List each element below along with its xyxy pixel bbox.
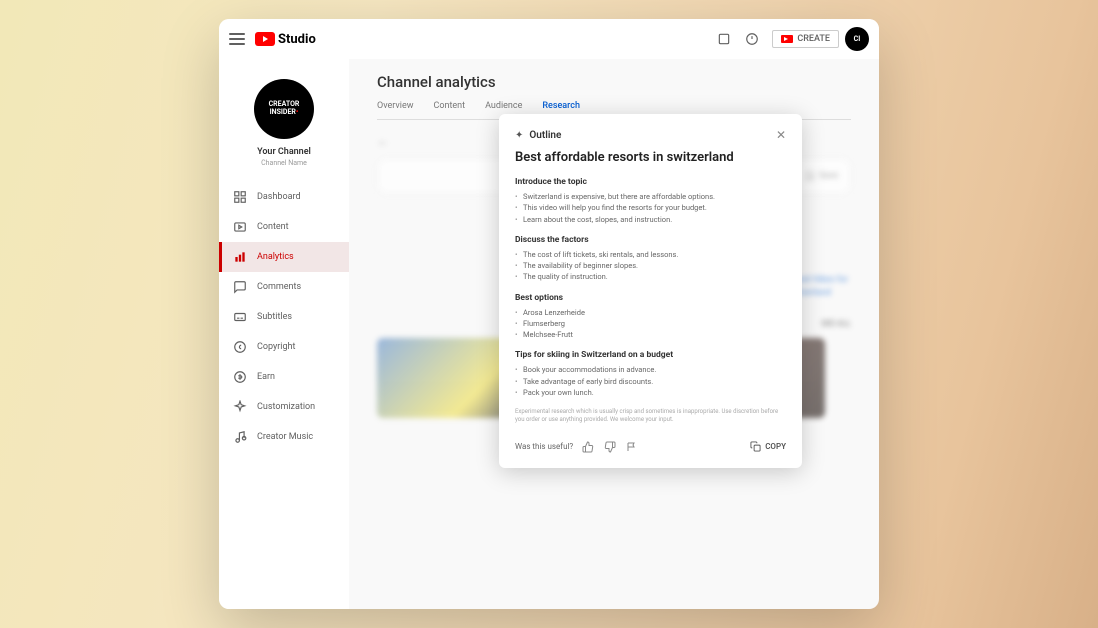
sidebar-item-creator-music[interactable]: Creator Music <box>219 422 349 452</box>
account-avatar[interactable]: CI <box>845 27 869 51</box>
brand-text: Studio <box>278 32 316 47</box>
outline-bullet: The quality of instruction. <box>515 271 786 282</box>
outline-bullet: Book your accommodations in advance. <box>515 364 786 375</box>
outline-bullet: The availability of beginner slopes. <box>515 260 786 271</box>
outline-bullet: This video will help you find the resort… <box>515 202 786 213</box>
outline-bullet: Learn about the cost, slopes, and instru… <box>515 214 786 225</box>
copyright-icon <box>233 340 247 354</box>
copy-button[interactable]: COPY <box>750 441 786 452</box>
sparkle-icon: ✦ <box>515 130 523 141</box>
sidebar-item-subtitles[interactable]: Subtitles <box>219 302 349 332</box>
sidebar-item-earn[interactable]: Earn <box>219 362 349 392</box>
outline-bullet: Melchsee-Frutt <box>515 329 786 340</box>
tab-content[interactable]: Content <box>433 101 465 119</box>
comments-icon <box>233 280 247 294</box>
notifications-icon[interactable] <box>742 29 762 49</box>
sidebar: CREATOR INSIDER• Your Channel Channel Na… <box>219 59 349 609</box>
close-icon[interactable]: ✕ <box>776 128 786 142</box>
channel-block[interactable]: CREATOR INSIDER• Your Channel Channel Na… <box>219 69 349 182</box>
thumbs-up-icon[interactable] <box>581 440 595 454</box>
outline-section-list: Book your accommodations in advance.Take… <box>515 364 786 398</box>
outline-section-heading: Introduce the topic <box>515 177 786 187</box>
sidebar-item-copyright[interactable]: Copyright <box>219 332 349 362</box>
useful-label: Was this useful? <box>515 442 573 451</box>
video-thumbnail[interactable] <box>377 338 517 418</box>
see-all-link[interactable]: SEE ALL <box>821 319 851 328</box>
report-icon[interactable] <box>625 440 639 454</box>
youtube-studio-logo[interactable]: Studio <box>255 32 316 47</box>
sidebar-item-analytics[interactable]: Analytics <box>219 242 349 272</box>
outline-modal: ✦ Outline ✕ Best affordable resorts in s… <box>499 114 802 468</box>
hamburger-menu-icon[interactable] <box>229 33 245 45</box>
disclaimer-text: Experimental research which is usually c… <box>515 408 786 424</box>
help-icon[interactable] <box>714 29 734 49</box>
app-header: Studio CREATE CI <box>219 19 879 59</box>
analytics-icon <box>233 250 247 264</box>
outline-bullet: Switzerland is expensive, but there are … <box>515 191 786 202</box>
create-button[interactable]: CREATE <box>772 30 839 48</box>
outline-bullet: Arosa Lenzerheide <box>515 307 786 318</box>
subtitles-icon <box>233 310 247 324</box>
outline-bullet: Take advantage of early bird discounts. <box>515 376 786 387</box>
thumbs-down-icon[interactable] <box>603 440 617 454</box>
outline-bullet: The cost of lift tickets, ski rentals, a… <box>515 249 786 260</box>
outline-section-list: Arosa LenzerheideFlumserbergMelchsee-Fru… <box>515 307 786 341</box>
outline-bullet: Flumserberg <box>515 318 786 329</box>
channel-name: Your Channel <box>257 147 311 157</box>
sidebar-item-dashboard[interactable]: Dashboard <box>219 182 349 212</box>
channel-subtext: Channel Name <box>261 159 307 167</box>
outline-section-list: Switzerland is expensive, but there are … <box>515 191 786 225</box>
studio-app-window: Studio CREATE CI CREATOR INSIDER• Your C… <box>219 19 879 609</box>
modal-title: Best affordable resorts in switzerland <box>515 150 786 165</box>
music-icon <box>233 430 247 444</box>
sidebar-item-comments[interactable]: Comments <box>219 272 349 302</box>
page-title: Channel analytics <box>377 73 851 91</box>
dashboard-icon <box>233 190 247 204</box>
sidebar-item-customization[interactable]: Customization <box>219 392 349 422</box>
customization-icon <box>233 400 247 414</box>
outline-section-heading: Discuss the factors <box>515 235 786 245</box>
record-icon <box>781 35 793 43</box>
outline-bullet: Pack your own lunch. <box>515 387 786 398</box>
back-arrow-icon[interactable]: ← <box>377 134 389 148</box>
content-icon <box>233 220 247 234</box>
outline-section-heading: Best options <box>515 293 786 303</box>
sidebar-item-content[interactable]: Content <box>219 212 349 242</box>
earn-icon <box>233 370 247 384</box>
tab-overview[interactable]: Overview <box>377 101 413 119</box>
youtube-play-icon <box>255 32 275 46</box>
modal-tag: Outline <box>529 130 561 141</box>
outline-sections: Introduce the topic Switzerland is expens… <box>515 177 786 398</box>
save-button[interactable]: Save <box>805 171 838 181</box>
channel-logo: CREATOR INSIDER• <box>254 79 314 139</box>
outline-section-heading: Tips for skiing in Switzerland on a budg… <box>515 350 786 360</box>
outline-section-list: The cost of lift tickets, ski rentals, a… <box>515 249 786 283</box>
